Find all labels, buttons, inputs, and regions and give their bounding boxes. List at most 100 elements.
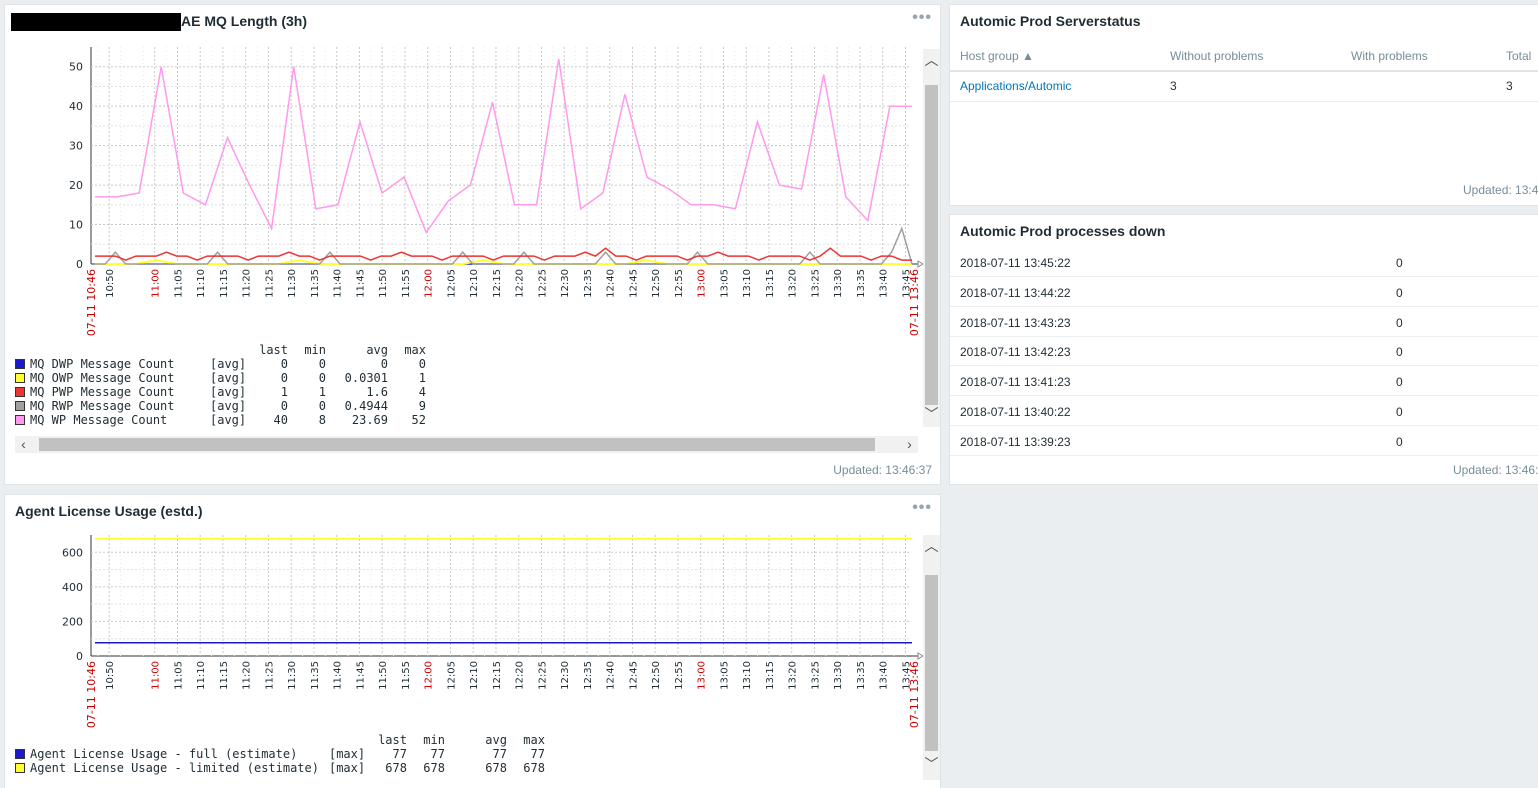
- x-tick-label: 13:35: [856, 661, 867, 690]
- y-tick-label: 30: [69, 140, 83, 153]
- ellipsis-icon[interactable]: •••: [912, 9, 932, 27]
- processes-down-widget: Automic Prod processes down 2018-07-11 1…: [949, 214, 1538, 485]
- mq-legend: last min avg max MQ DWP Message Count [avg] 0 0…: [15, 343, 426, 427]
- legend-last: 0: [280, 399, 288, 413]
- scroll-up-icon[interactable]: ︿: [923, 53, 940, 67]
- x-tick-label: 11:50: [378, 661, 389, 690]
- x-tick-label: 12:30: [560, 269, 571, 298]
- legend-min: 8: [318, 413, 326, 427]
- legend-last: 0: [280, 357, 288, 371]
- vertical-scrollbar[interactable]: ︿ ﹀: [923, 49, 940, 427]
- legend-name: MQ WP Message Count: [30, 413, 168, 427]
- legend-item: Agent License Usage - limited (estimate)…: [15, 761, 545, 775]
- process-value: 0: [1396, 375, 1403, 390]
- x-tick-label: 12:15: [492, 661, 503, 690]
- x-tick-label: 13:25: [810, 661, 821, 690]
- process-value: 0: [1396, 285, 1403, 300]
- total-count[interactable]: 3: [1496, 71, 1538, 102]
- scroll-down-icon[interactable]: ﹀: [923, 407, 940, 421]
- process-timestamp: 2018-07-11 13:43:23: [960, 315, 1071, 330]
- legend-swatch: [15, 749, 25, 759]
- without-problems-count[interactable]: 3: [1160, 71, 1341, 102]
- widget-title: AE MQ Length (3h): [11, 13, 307, 32]
- y-tick-label: 20: [69, 179, 83, 192]
- x-tick-label: 13:00: [697, 661, 708, 690]
- x-tick-label: 13:35: [856, 269, 867, 298]
- x-tick-label: 12:25: [537, 269, 548, 298]
- x-tick-label: 12:00: [424, 269, 435, 298]
- legend-last: 678: [385, 761, 407, 775]
- x-tick-label: 13:15: [765, 269, 776, 298]
- legend-max: 0: [418, 357, 426, 371]
- x-tick-label: 12:15: [492, 269, 503, 298]
- x-tick-label: 11:15: [219, 661, 230, 690]
- column-header-host-group[interactable]: Host group ▲: [950, 41, 1160, 72]
- scroll-right-icon[interactable]: ›: [901, 437, 918, 451]
- process-value: 0: [1396, 405, 1403, 419]
- y-tick-label: 200: [62, 615, 83, 628]
- scroll-down-icon[interactable]: ﹀: [923, 757, 940, 771]
- legend-item: MQ DWP Message Count [avg] 0 0 0 0: [15, 357, 426, 371]
- scrollbar-thumb[interactable]: [39, 438, 875, 451]
- x-tick-label: 12:50: [651, 661, 662, 690]
- legend-min: 0: [318, 399, 326, 413]
- scrollbar-thumb[interactable]: [925, 85, 938, 405]
- widget-title: Automic Prod processes down: [960, 223, 1166, 239]
- x-tick-label: 11:40: [333, 661, 344, 690]
- column-header-without-problems: Without problems: [1160, 41, 1341, 72]
- legend-max: 77: [530, 747, 545, 761]
- legend-avg: 0.4944: [344, 399, 388, 413]
- legend-avg: 0: [380, 357, 388, 371]
- x-tick-label: 13:20: [788, 661, 799, 690]
- x-end-label: 07-11 13:46: [908, 269, 921, 336]
- process-timestamp: 2018-07-11 13:42:23: [960, 345, 1071, 360]
- x-tick-label: 12:35: [583, 269, 594, 298]
- x-tick-label: 11:55: [401, 661, 412, 690]
- legend-header-max: max: [404, 343, 426, 357]
- scroll-up-icon[interactable]: ︿: [923, 539, 940, 553]
- list-item: 2018-07-11 13:45:22 0: [950, 247, 1538, 277]
- updated-text: Updated: 13:4: [1463, 183, 1538, 197]
- host-group-link[interactable]: Applications/Automic: [950, 71, 1160, 102]
- x-tick-label: 12:20: [515, 661, 526, 690]
- x-tick-label: 13:20: [788, 269, 799, 298]
- x-tick-label: 13:30: [833, 269, 844, 298]
- mq-length-widget: AE MQ Length (3h) ••• 0 10 20 30 40 50 10:50 11…: [4, 4, 941, 485]
- legend-swatch: [15, 359, 25, 369]
- x-start-label: 07-11 10:46: [85, 661, 98, 728]
- scroll-left-icon[interactable]: ‹: [15, 437, 32, 451]
- legend-item: MQ PWP Message Count [avg] 1 1 1.6 4: [15, 385, 426, 399]
- x-tick-label: 12:10: [469, 661, 480, 690]
- y-tick-label: 0: [76, 258, 83, 271]
- legend-min: 678: [423, 761, 445, 775]
- x-tick-label: 12:05: [446, 269, 457, 298]
- scrollbar-thumb[interactable]: [925, 575, 938, 751]
- column-header-with-problems: With problems: [1341, 41, 1496, 72]
- x-tick-label: 11:45: [355, 661, 366, 690]
- x-tick-label: 11:15: [219, 269, 230, 298]
- legend-func: [avg]: [210, 413, 247, 427]
- x-tick-label: 11:45: [355, 269, 366, 298]
- legend-swatch: [15, 763, 25, 773]
- legend-func: [avg]: [210, 357, 247, 371]
- legend-avg: 1.6: [366, 385, 388, 399]
- updated-text: Updated: 13:46:37: [833, 463, 932, 477]
- x-tick-label: 11:50: [378, 269, 389, 298]
- vertical-scrollbar[interactable]: ︿ ﹀: [923, 535, 940, 780]
- process-timestamp: 2018-07-11 13:39:23: [960, 434, 1071, 449]
- legend-name: Agent License Usage - limited (estimate): [30, 761, 319, 775]
- x-tick-label: 11:40: [333, 269, 344, 298]
- horizontal-scrollbar[interactable]: ‹ ›: [15, 436, 918, 453]
- ellipsis-icon[interactable]: •••: [912, 499, 932, 517]
- redacted-block: [11, 13, 181, 32]
- serverstatus-table: Host group ▲ Without problems With probl…: [950, 41, 1538, 102]
- x-tick-label: 13:10: [742, 661, 753, 690]
- legend-item: Agent License Usage - full (estimate) [ma…: [15, 747, 545, 761]
- list-item: 2018-07-11 13:42:23 0: [950, 336, 1538, 367]
- x-tick-label: 11:30: [287, 661, 298, 690]
- x-tick-label: 11:30: [287, 269, 298, 298]
- x-tick-label: 11:35: [310, 661, 321, 690]
- x-tick-label: 13:00: [697, 269, 708, 298]
- x-tick-label: 10:50: [105, 269, 116, 298]
- list-item: 2018-07-11 13:39:23 0: [950, 426, 1538, 456]
